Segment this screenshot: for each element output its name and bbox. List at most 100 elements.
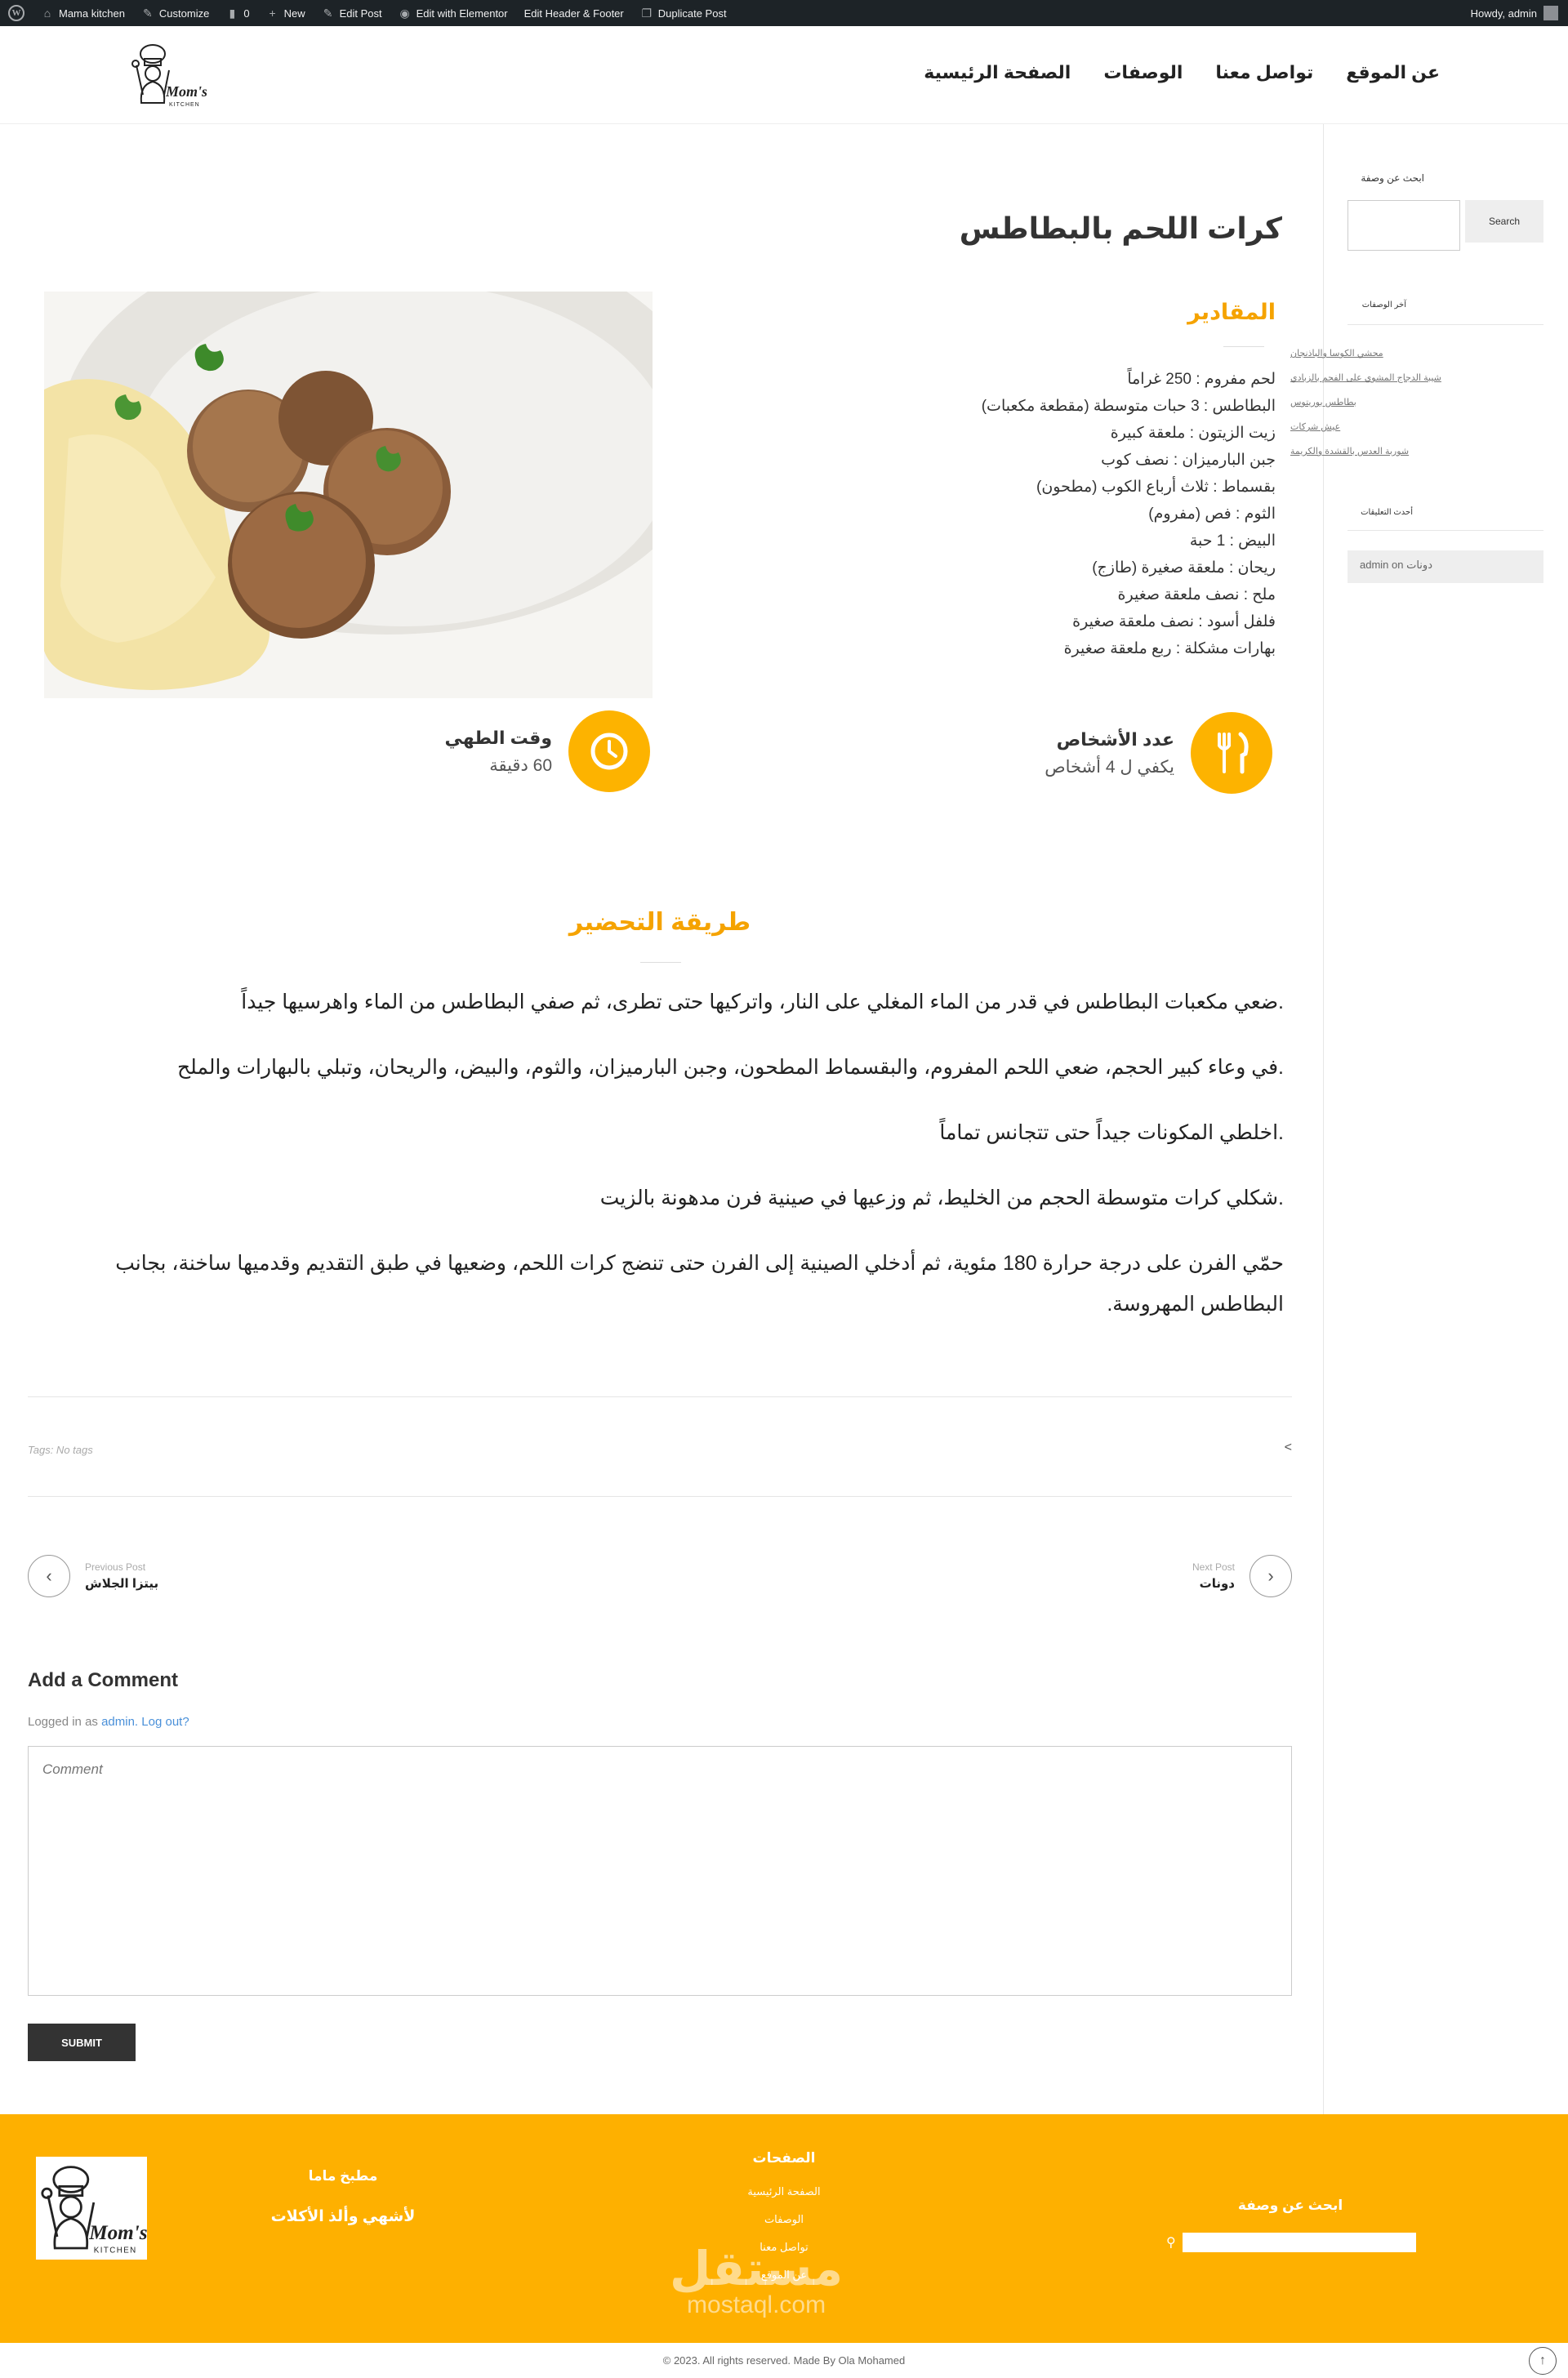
main-nav: عن الموقع تواصل معنا الوصفات الصفحة الرئ… xyxy=(924,62,1440,83)
wordpress-icon: W xyxy=(8,5,24,21)
recent-comment-item[interactable]: admin on دونات xyxy=(1348,550,1544,583)
duplicate-post-link[interactable]: ❐ Duplicate Post xyxy=(632,0,735,26)
ingredient-item: ملح : نصف ملعقة صغيرة xyxy=(1117,586,1276,603)
post-content: كرات اللحم بالبطاطس المقادير لحم مفروم :… xyxy=(28,124,1292,2114)
new-content-link[interactable]: + New xyxy=(258,0,314,26)
nav-home[interactable]: الصفحة الرئيسية xyxy=(924,62,1071,83)
post-title: كرات اللحم بالبطاطس xyxy=(959,212,1282,245)
recent-comments-title: أحدث التعليقات xyxy=(1361,508,1413,517)
footer-search-input[interactable] xyxy=(1183,2233,1416,2252)
share-icon[interactable]: < xyxy=(1285,1441,1292,1455)
footer-link-home[interactable]: الصفحة الرئيسية xyxy=(702,2178,866,2206)
pencil-icon: ✎ xyxy=(323,7,333,20)
site-name-link[interactable]: ⌂ Mama kitchen xyxy=(33,0,133,26)
previous-post-label: Previous Post xyxy=(85,1561,146,1573)
servings-value: يكفي ل 4 أشخاص xyxy=(1045,757,1174,777)
divider xyxy=(1348,324,1544,325)
edit-post-link[interactable]: ✎ Edit Post xyxy=(314,0,390,26)
ingredient-item: فلفل أسود : نصف ملعقة صغيرة xyxy=(1072,613,1276,630)
edit-elementor-link[interactable]: ◉ Edit with Elementor xyxy=(390,0,516,26)
edit-header-footer-link[interactable]: Edit Header & Footer xyxy=(516,0,632,26)
site-header: Mom's KITCHEN عن الموقع تواصل معنا الوصف… xyxy=(0,26,1568,124)
method-heading: طريقة التحضير xyxy=(568,909,751,936)
recent-recipe-link[interactable]: عيش شركات xyxy=(1290,415,1454,439)
footer-pages-title: الصفحات xyxy=(752,2150,816,2166)
site-logo[interactable]: Mom's KITCHEN xyxy=(128,38,207,111)
user-account-menu[interactable]: Howdy, admin xyxy=(1471,6,1568,20)
profile-link[interactable]: admin. xyxy=(101,1715,138,1729)
recent-recipe-link[interactable]: شيبة الدجاج المشوي على الفحم بالزبادي xyxy=(1290,366,1454,390)
chevron-left-icon: ‹ xyxy=(28,1555,70,1597)
comment-textarea[interactable] xyxy=(28,1746,1292,1996)
next-post-label: Next Post xyxy=(1192,1561,1235,1573)
back-to-top-button[interactable]: ↑ xyxy=(1529,2347,1557,2375)
nav-recipes[interactable]: الوصفات xyxy=(1103,62,1183,83)
watermark: مستقل mostaql.com xyxy=(670,2241,843,2319)
ingredient-item: البيض : 1 حبة xyxy=(1189,532,1276,550)
comment-heading: Add a Comment xyxy=(28,1669,179,1691)
watermark-arabic: مستقل xyxy=(670,2242,844,2296)
logged-in-note: Logged in as admin. Log out? xyxy=(28,1715,189,1729)
ingredient-item: الثوم : فص (مفروم) xyxy=(1148,505,1276,523)
ingredient-item: لحم مفروم : 250 غراماً xyxy=(1127,371,1276,388)
recent-recipe-link[interactable]: بطاطس بوريتوس xyxy=(1290,390,1454,415)
next-post-link[interactable]: Next Post دونات › xyxy=(1192,1555,1292,1597)
watermark-url: mostaql.com xyxy=(687,2291,826,2318)
recent-recipe-link[interactable]: محشي الكوسا والباذنجان xyxy=(1290,341,1454,366)
sidebar-search-input[interactable] xyxy=(1348,200,1460,251)
home-icon: ⌂ xyxy=(43,7,51,20)
post-tags: Tags: No tags xyxy=(28,1444,93,1456)
footer-search-title-wrap: ابحث عن وصفة xyxy=(1209,2198,1372,2214)
method-step: .ضعي مكعبات البطاطس في قدر من الماء المغ… xyxy=(241,991,1284,1013)
logo-text: Mom's xyxy=(165,83,207,100)
customize-link[interactable]: ✎ Customize xyxy=(133,0,217,26)
servings-info: عدد الأشخاص يكفي ل 4 أشخاص xyxy=(1045,712,1272,794)
duplicate-icon: ❐ xyxy=(641,7,653,20)
sidebar-search: Search xyxy=(1348,200,1544,251)
nav-about[interactable]: عن الموقع xyxy=(1346,62,1440,83)
divider xyxy=(28,1496,1292,1497)
ingredients-heading: المقادير xyxy=(1187,300,1276,324)
footer-logo-text: Mom's xyxy=(88,2222,147,2244)
method-steps: .ضعي مكعبات البطاطس في قدر من الماء المغ… xyxy=(100,982,1284,1349)
cook-time-title: وقت الطهي xyxy=(444,727,553,748)
chevron-right-icon: › xyxy=(1250,1555,1292,1597)
sidebar-search-button[interactable]: Search xyxy=(1465,200,1544,243)
comments-link[interactable]: ▮ 0 xyxy=(217,0,257,26)
comment-icon: ▮ xyxy=(229,7,236,20)
servings-title: عدد الأشخاص xyxy=(1056,728,1174,750)
cutlery-icon xyxy=(1218,732,1249,774)
wp-logo-menu[interactable]: W xyxy=(0,0,33,26)
previous-post-link[interactable]: ‹ Previous Post بيتزا الجلاش xyxy=(28,1555,158,1597)
footer-brand: مطبخ ماما لأشهي وألذ الأكلات xyxy=(261,2168,425,2226)
clock-icon xyxy=(590,733,628,770)
arrow-up-icon: ↑ xyxy=(1539,2354,1546,2367)
footer-link-recipes[interactable]: الوصفات xyxy=(702,2206,866,2233)
cook-time-info: وقت الطهي 60 دقيقة xyxy=(444,710,650,792)
ingredient-item: بقسماط : ثلاث أرباع الكوب (مطحون) xyxy=(1036,479,1276,496)
previous-post-title: بيتزا الجلاش xyxy=(85,1577,159,1591)
footer-tagline: لأشهي وألذ الأكلات xyxy=(270,2208,416,2225)
sidebar-search-title: ابحث عن وصفة xyxy=(1361,172,1424,184)
recent-recipes-list: محشي الكوسا والباذنجان شيبة الدجاج المشو… xyxy=(1290,341,1454,464)
ingredient-item: بهارات مشكلة : ربع ملعقة صغيرة xyxy=(1063,640,1276,657)
submit-comment-button[interactable]: SUBMIT xyxy=(28,2024,136,2061)
divider xyxy=(1348,530,1544,531)
next-post-title: دونات xyxy=(1199,1577,1235,1591)
site-footer: Mom's KITCHEN مطبخ ماما لأشهي وألذ الأكل… xyxy=(0,2114,1568,2343)
ingredients-list: لحم مفروم : 250 غراماً البطاطس : 3 حبات … xyxy=(982,366,1276,662)
logout-link[interactable]: Log out? xyxy=(141,1715,189,1729)
plus-icon: + xyxy=(269,7,276,20)
footer-brand-title: مطبخ ماما xyxy=(308,2168,378,2184)
nav-contact[interactable]: تواصل معنا xyxy=(1215,62,1313,83)
method-step: .اخلطي المكونات جيداً حتى تتجانس تماماً xyxy=(939,1121,1284,1144)
footer-logo[interactable]: Mom's KITCHEN xyxy=(36,2157,148,2260)
divider xyxy=(640,962,681,963)
recent-recipe-link[interactable]: شوربة العدس بالقشدة والكريمة xyxy=(1290,439,1454,464)
servings-circle xyxy=(1191,712,1272,794)
admin-bar: W ⌂ Mama kitchen ✎ Customize ▮ 0 + New ✎ Edit… xyxy=(0,0,1568,26)
search-icon[interactable]: ⚲ xyxy=(1166,2234,1176,2251)
ingredient-item: زيت الزيتون : ملعقة كبيرة xyxy=(1110,425,1276,442)
cook-time-value: 60 دقيقة xyxy=(489,755,552,775)
ingredient-item: ريحان : ملعقة صغيرة (طازج) xyxy=(1092,559,1276,577)
